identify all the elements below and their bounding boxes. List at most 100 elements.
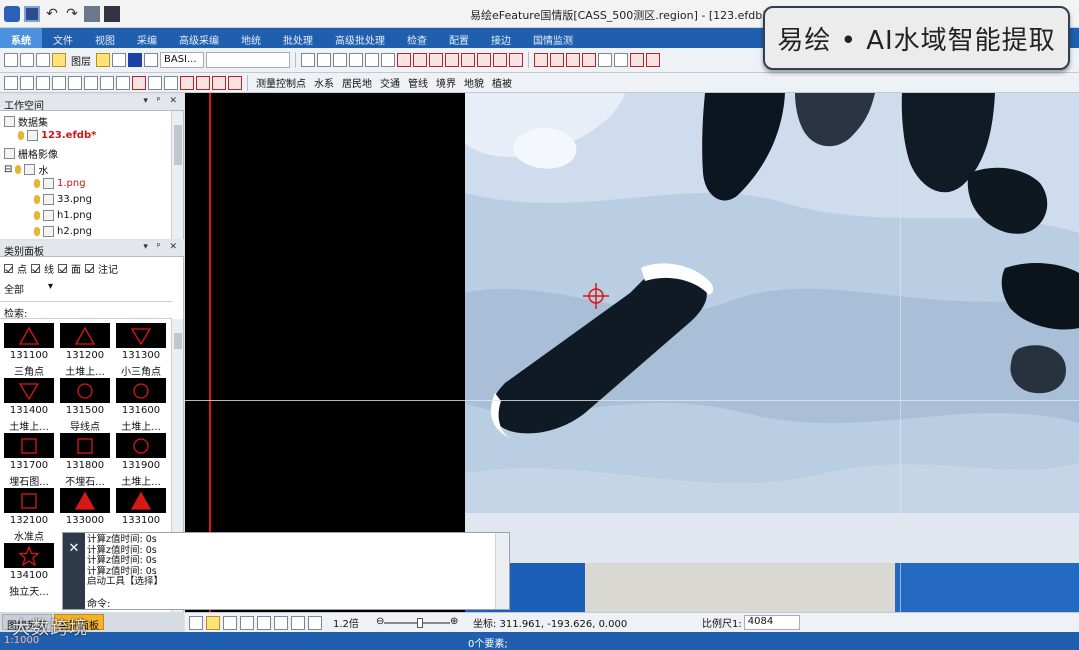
command-scrollbar[interactable] <box>495 533 509 609</box>
split-icon[interactable] <box>646 53 660 67</box>
menu-batch[interactable]: 批处理 <box>272 28 324 48</box>
zoom-in-icon[interactable]: ⊕ <box>450 616 458 627</box>
tree-item-dataset[interactable]: 数据集 <box>4 114 48 129</box>
command-input[interactable]: 命令: <box>87 595 110 610</box>
symbol-swatch[interactable] <box>60 488 110 513</box>
visibility-bulb-icon[interactable] <box>34 211 40 220</box>
bars-icon[interactable] <box>20 75 34 90</box>
menu-join[interactable]: 接边 <box>480 28 522 48</box>
category-transport[interactable]: 交通 <box>377 75 403 90</box>
tree-item-file[interactable]: 33.png <box>34 194 92 205</box>
scale-input[interactable]: 4084 <box>743 615 800 630</box>
fill-icon[interactable] <box>196 75 210 90</box>
category-control-points[interactable]: 测量控制点 <box>253 75 309 90</box>
layer-label[interactable]: 图层 <box>68 53 94 68</box>
line-tool-icon[interactable] <box>301 53 315 67</box>
line-snap-icon[interactable] <box>257 615 271 630</box>
lock-icon[interactable] <box>112 53 126 67</box>
symbol-swatch[interactable] <box>4 488 54 513</box>
color-swatch-icon[interactable] <box>128 53 142 67</box>
save-icon[interactable] <box>24 6 40 22</box>
category-water[interactable]: 水系 <box>311 75 337 90</box>
symbol-swatch[interactable] <box>4 323 54 348</box>
table-icon[interactable] <box>36 53 50 67</box>
category-vegetation[interactable]: 植被 <box>489 75 515 90</box>
point-snap-icon[interactable] <box>240 615 254 630</box>
symbol-swatch[interactable] <box>4 433 54 458</box>
symbol-swatch[interactable] <box>116 323 166 348</box>
monitor-icon[interactable] <box>84 6 100 22</box>
line-icon[interactable] <box>52 75 66 90</box>
undo-icon[interactable]: ↶ <box>44 6 60 22</box>
symbol-swatch[interactable] <box>60 433 110 458</box>
visibility-bulb-icon[interactable] <box>18 131 24 140</box>
tree-item-file[interactable]: h2.png <box>34 226 92 237</box>
print-icon[interactable] <box>104 6 120 22</box>
rail-icon[interactable] <box>365 53 379 67</box>
frame-icon[interactable] <box>100 75 114 90</box>
layer-select[interactable] <box>206 52 290 68</box>
symbol-swatch[interactable] <box>116 378 166 403</box>
slider-knob[interactable] <box>417 617 423 628</box>
category-boundary[interactable]: 境界 <box>433 75 459 90</box>
redo-icon[interactable]: ↷ <box>64 6 80 22</box>
copy-icon[interactable] <box>550 53 564 67</box>
panel-controls[interactable]: ▾ ᵖ ✕ <box>143 242 180 252</box>
ortho-icon[interactable] <box>291 615 305 630</box>
menu-file[interactable]: 文件 <box>42 28 84 48</box>
style-select[interactable]: BASI... <box>160 52 204 68</box>
edit-icon[interactable] <box>20 53 34 67</box>
close-icon[interactable]: ✕ <box>63 533 85 609</box>
layer-manager-icon[interactable] <box>4 53 18 67</box>
warning-icon[interactable] <box>223 615 237 630</box>
panel-controls[interactable]: ▾ ᵖ ✕ <box>143 96 180 106</box>
polygon-icon[interactable] <box>534 53 548 67</box>
menu-stats[interactable]: 地统 <box>230 28 272 48</box>
symbol-swatch[interactable] <box>60 378 110 403</box>
symbol-swatch[interactable] <box>4 378 54 403</box>
box-icon[interactable] <box>84 75 98 90</box>
symbol-swatch[interactable] <box>116 433 166 458</box>
expand-icon[interactable]: ⊟ <box>4 164 12 175</box>
tree-item-db[interactable]: 123.efdb* <box>18 130 96 141</box>
merge-icon[interactable] <box>630 53 644 67</box>
annotation-checkbox[interactable] <box>85 264 94 273</box>
node-edit-icon[interactable] <box>180 75 194 90</box>
tree-item-raster[interactable]: 栅格影像 <box>4 146 58 161</box>
menu-config[interactable]: 配置 <box>438 28 480 48</box>
area-snap-icon[interactable] <box>274 615 288 630</box>
menu-advanced-batch[interactable]: 高级批处理 <box>324 28 396 48</box>
light-bulb-icon[interactable] <box>96 53 110 67</box>
zoom-icon[interactable] <box>189 615 203 630</box>
light-bulb-icon[interactable] <box>206 615 220 630</box>
zoom-slider[interactable]: ⊖ ⊕ <box>376 616 458 628</box>
rectangle-icon[interactable] <box>68 75 82 90</box>
category-pipeline[interactable]: 管线 <box>405 75 431 90</box>
visibility-bulb-icon[interactable] <box>34 179 40 188</box>
visibility-bulb-icon[interactable] <box>34 195 40 204</box>
symbol-icon[interactable] <box>164 75 178 90</box>
visibility-bulb-icon[interactable] <box>15 165 22 174</box>
symbol-swatch[interactable] <box>4 543 54 568</box>
line-checkbox[interactable] <box>31 264 40 273</box>
measure-icon[interactable] <box>349 53 363 67</box>
menu-advanced-edit[interactable]: 高级采编 <box>168 28 230 48</box>
tree-item-water[interactable]: ⊟ 水 <box>4 162 48 177</box>
join-icon[interactable] <box>493 53 507 67</box>
workspace-scrollbar[interactable] <box>171 111 183 239</box>
bracket-icon[interactable] <box>148 75 162 90</box>
symbol-swatch[interactable] <box>60 323 110 348</box>
symbol-swatch[interactable] <box>116 488 166 513</box>
warning-icon[interactable] <box>52 53 66 67</box>
trim-icon[interactable] <box>413 53 427 67</box>
delete-node-icon[interactable] <box>509 53 523 67</box>
parallel-line-icon[interactable] <box>333 53 347 67</box>
cross-tool-icon[interactable] <box>397 53 411 67</box>
house-icon[interactable] <box>212 75 226 90</box>
pen-icon[interactable] <box>477 53 491 67</box>
snap-icon[interactable] <box>614 53 628 67</box>
search-field[interactable]: 检索: <box>0 301 172 320</box>
tree-item-file[interactable]: h1.png <box>34 210 92 221</box>
category-landform[interactable]: 地貌 <box>461 75 487 90</box>
menu-check[interactable]: 检查 <box>396 28 438 48</box>
